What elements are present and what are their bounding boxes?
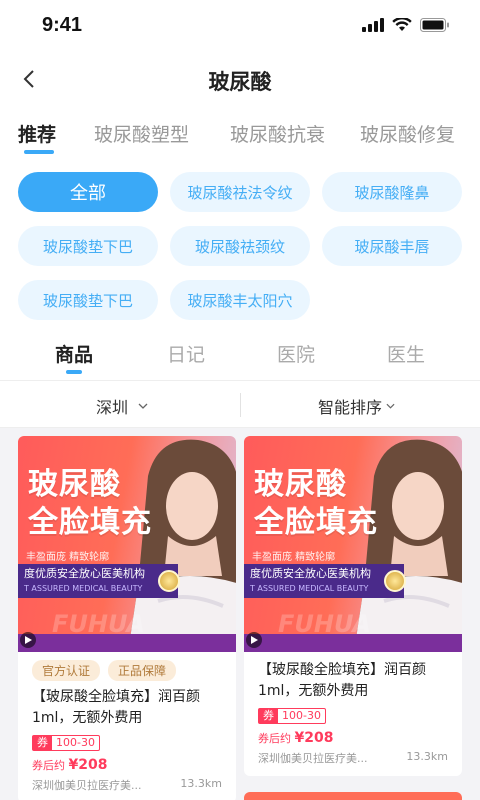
coupon-tag: 券 100-30	[258, 708, 326, 724]
status-bar: 9:41	[0, 0, 480, 54]
product-card[interactable]: 玻尿酸 全脸填充 丰盈面庞 精致轮廓 度优质安全放心医美机构 T ASSURED…	[244, 436, 462, 776]
price-label: 券后约	[258, 732, 291, 745]
tab-products[interactable]: 商品	[34, 340, 114, 367]
chip-temple[interactable]: 玻尿酸丰太阳穴	[170, 280, 310, 320]
card-body: 官方认证 正品保障 【玻尿酸全脸填充】润百颜1ml，无额外费用 券 100-30…	[18, 652, 236, 800]
image-subtitle: 丰盈面庞 精致轮廓	[26, 552, 110, 563]
play-icon[interactable]	[246, 632, 262, 648]
image-headline-line2: 全脸填充	[28, 505, 152, 540]
page-title: 玻尿酸	[208, 70, 272, 94]
filter-bar: 深圳 智能排序	[0, 380, 480, 428]
card-body: 【玻尿酸全脸填充】润百颜1ml，无额外费用 券 100-30 券后约 ¥208 …	[244, 652, 462, 776]
subtab-indicator	[66, 370, 82, 374]
product-card[interactable]: 玻尿酸 全脸填充 丰盈面庞 精致轮廓 度优质安全放心医美机构 T ASSURED…	[18, 436, 236, 800]
official-badge: 官方认证	[32, 660, 101, 681]
image-footer-strip	[244, 634, 462, 652]
city-filter[interactable]: 深圳	[96, 394, 148, 418]
city-filter-label: 深圳	[96, 398, 129, 417]
image-banner-text: 度优质安全放心医美机构	[24, 567, 145, 580]
price-row: 券后约 ¥208	[258, 730, 448, 746]
medal-icon	[158, 570, 180, 592]
chip-lips[interactable]: 玻尿酸丰唇	[322, 226, 462, 266]
product-card[interactable]	[244, 792, 462, 800]
image-banner-subtext: T ASSURED MEDICAL BEAUTY	[250, 584, 369, 593]
tab-indicator	[24, 150, 54, 154]
status-icons	[362, 18, 450, 32]
image-footer-strip	[18, 634, 236, 652]
play-icon[interactable]	[20, 632, 36, 648]
tab-repair[interactable]: 玻尿酸修复	[360, 120, 455, 147]
medal-icon	[384, 570, 406, 592]
content-tabs: 商品 日记 医院 医生	[0, 334, 480, 378]
chip-neck[interactable]: 玻尿酸祛颈纹	[170, 226, 310, 266]
coupon-label: 券	[33, 736, 52, 750]
chip-chin-2[interactable]: 玻尿酸垫下巴	[18, 280, 158, 320]
image-banner: 度优质安全放心医美机构 T ASSURED MEDICAL BEAUTY	[244, 564, 404, 598]
chip-nose[interactable]: 玻尿酸隆鼻	[322, 172, 462, 212]
meta-row: 深圳伽美贝拉医疗美... 13.3km	[32, 777, 222, 793]
filter-divider	[240, 393, 241, 417]
category-tabs: 推荐 玻尿酸塑型 玻尿酸抗衰 玻尿酸修复	[0, 114, 480, 158]
price-value: ¥208	[68, 757, 108, 773]
chevron-down-icon	[386, 403, 395, 409]
image-headline-line1: 玻尿酸	[28, 467, 121, 502]
image-headline-line1: 玻尿酸	[254, 467, 347, 502]
coupon-range: 100-30	[282, 709, 321, 722]
status-time: 9:41	[42, 14, 83, 36]
distance: 13.3km	[180, 777, 222, 790]
tab-diary[interactable]: 日记	[146, 340, 226, 367]
badge-row: 官方认证 正品保障	[32, 660, 222, 681]
chip-all[interactable]: 全部	[18, 172, 158, 212]
image-headline-line2: 全脸填充	[254, 505, 378, 540]
product-title: 【玻尿酸全脸填充】润百颜1ml，无额外费用	[258, 662, 426, 699]
image-subtitle: 丰盈面庞 精致轮廓	[252, 552, 336, 563]
tab-shaping[interactable]: 玻尿酸塑型	[94, 120, 189, 147]
meta-row: 深圳伽美贝拉医疗美... 13.3km	[258, 750, 448, 766]
product-image: 玻尿酸 全脸填充 丰盈面庞 精致轮廓 度优质安全放心医美机构 T ASSURED…	[244, 436, 462, 652]
battery-icon	[420, 18, 449, 32]
tab-recommend[interactable]: 推荐	[18, 120, 56, 147]
price-row: 券后约 ¥208	[32, 757, 222, 773]
coupon-range: 100-30	[56, 736, 95, 749]
image-headline: 玻尿酸 全脸填充	[254, 466, 378, 542]
price-value: ¥208	[294, 730, 334, 746]
wifi-icon	[392, 18, 412, 31]
clinic-name: 深圳伽美贝拉医疗美...	[258, 752, 368, 765]
coupon-tag: 券 100-30	[32, 735, 100, 751]
product-title: 【玻尿酸全脸填充】润百颜1ml，无额外费用	[32, 689, 200, 726]
clinic-name: 深圳伽美贝拉医疗美...	[32, 779, 142, 792]
nav-bar: 玻尿酸	[0, 54, 480, 106]
chip-nasolabial[interactable]: 玻尿酸祛法令纹	[170, 172, 310, 212]
product-feed: 玻尿酸 全脸填充 丰盈面庞 精致轮廓 度优质安全放心医美机构 T ASSURED…	[0, 428, 480, 800]
image-banner-text: 度优质安全放心医美机构	[250, 567, 371, 580]
genuine-badge: 正品保障	[108, 660, 177, 681]
chevron-down-icon	[138, 403, 148, 409]
signal-icon	[362, 18, 384, 32]
chip-chin[interactable]: 玻尿酸垫下巴	[18, 226, 158, 266]
distance: 13.3km	[406, 750, 448, 763]
tab-doctor[interactable]: 医生	[366, 340, 446, 367]
sort-filter[interactable]: 智能排序	[318, 394, 395, 418]
product-image: 玻尿酸 全脸填充 丰盈面庞 精致轮廓 度优质安全放心医美机构 T ASSURED…	[18, 436, 236, 652]
sort-filter-label: 智能排序	[318, 398, 383, 417]
coupon-label: 券	[259, 709, 278, 723]
image-banner: 度优质安全放心医美机构 T ASSURED MEDICAL BEAUTY	[18, 564, 178, 598]
price-label: 券后约	[32, 759, 65, 772]
image-headline: 玻尿酸 全脸填充	[28, 466, 152, 542]
tab-anti-aging[interactable]: 玻尿酸抗衰	[230, 120, 325, 147]
image-banner-subtext: T ASSURED MEDICAL BEAUTY	[24, 584, 143, 593]
tab-hospital[interactable]: 医院	[256, 340, 336, 367]
